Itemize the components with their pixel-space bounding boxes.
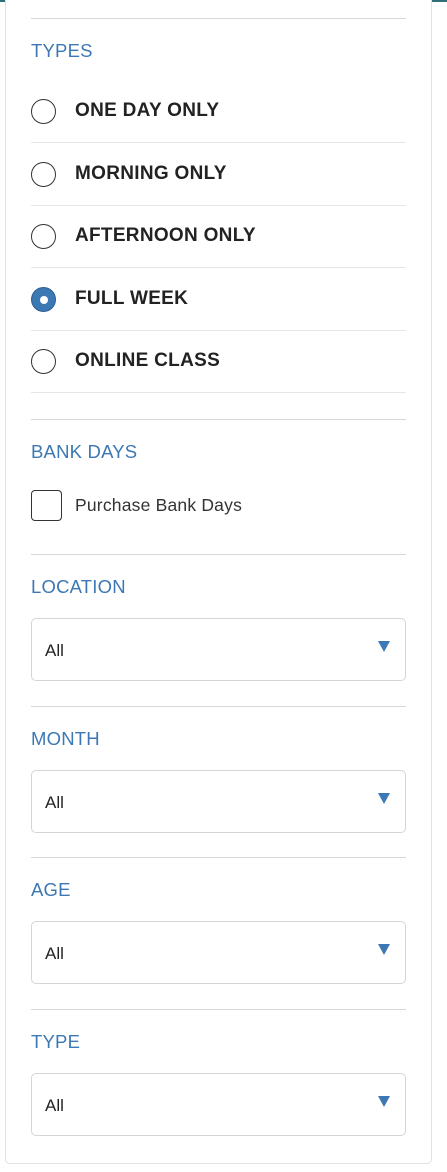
radio-unchecked-icon[interactable] <box>31 224 56 249</box>
purchase-bank-days-label[interactable]: Purchase Bank Days <box>75 495 242 516</box>
location-select[interactable]: All <box>31 618 406 681</box>
type-section-title: TYPE <box>31 1031 81 1052</box>
row-separator <box>31 142 406 143</box>
month-select-value: All <box>45 793 64 812</box>
section-divider <box>31 18 406 19</box>
age-select[interactable]: All <box>31 921 406 984</box>
radio-unchecked-icon[interactable] <box>31 99 56 124</box>
type-option-afternoon-only[interactable]: AFTERNOON ONLY <box>31 206 406 268</box>
types-section-title: TYPES <box>31 40 93 61</box>
type-select-value: All <box>45 1096 64 1115</box>
type-option-label: MORNING ONLY <box>75 163 227 184</box>
bank-days-section-title: BANK DAYS <box>31 441 138 462</box>
row-separator <box>31 392 406 393</box>
type-option-one-day-only[interactable]: ONE DAY ONLY <box>31 81 406 143</box>
triangle-down-icon <box>378 1096 390 1107</box>
triangle-down-icon <box>378 793 390 804</box>
age-section-title: AGE <box>31 879 71 900</box>
type-option-label: FULL WEEK <box>75 288 189 309</box>
radio-unchecked-icon[interactable] <box>31 162 56 187</box>
age-select-value: All <box>45 944 64 963</box>
section-divider <box>31 706 406 707</box>
type-option-morning-only[interactable]: MORNING ONLY <box>31 144 406 206</box>
type-option-label: AFTERNOON ONLY <box>75 225 256 246</box>
triangle-down-icon <box>378 944 390 955</box>
section-divider <box>31 419 406 420</box>
location-section-title: LOCATION <box>31 576 126 597</box>
purchase-bank-days-checkbox[interactable] <box>31 490 62 521</box>
row-separator <box>31 267 406 268</box>
location-select-value: All <box>45 641 64 660</box>
radio-unchecked-icon[interactable] <box>31 349 56 374</box>
month-select[interactable]: All <box>31 770 406 833</box>
type-option-full-week[interactable]: FULL WEEK <box>31 269 406 331</box>
triangle-down-icon <box>378 641 390 652</box>
section-divider <box>31 857 406 858</box>
type-option-label: ONLINE CLASS <box>75 350 221 371</box>
month-section-title: MONTH <box>31 728 100 749</box>
type-option-label: ONE DAY ONLY <box>75 100 220 121</box>
type-select[interactable]: All <box>31 1073 406 1136</box>
section-divider <box>31 554 406 555</box>
section-divider <box>31 1009 406 1010</box>
type-option-online-class[interactable]: ONLINE CLASS <box>31 331 406 393</box>
radio-checked-icon[interactable] <box>31 287 56 312</box>
